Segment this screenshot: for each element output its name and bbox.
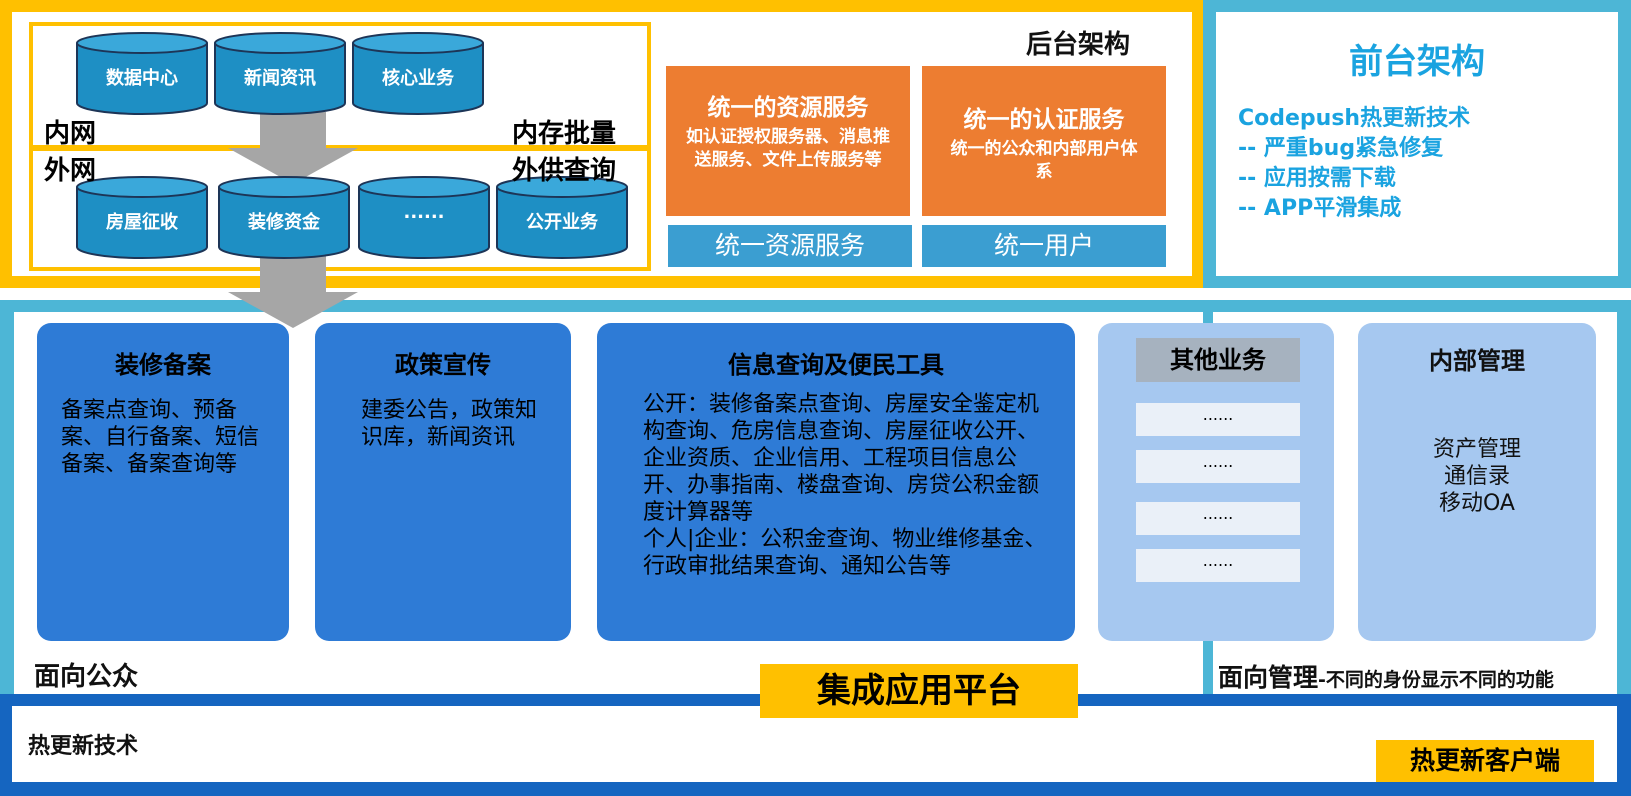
database-label: 公开业务	[526, 212, 598, 233]
backend-title: 后台架构	[1026, 30, 1131, 60]
other-business-item[interactable]: ......	[1136, 502, 1300, 535]
frontend-line: -- APP平滑集成	[1238, 196, 1402, 221]
card-title: 装修备案	[115, 351, 211, 379]
manage-facing-note: -不同的身份显示不同的功能	[1318, 669, 1554, 691]
resource-service-desc: 如认证授权服务器、消息推送服务、文件上传服务等	[686, 127, 890, 170]
other-business-item[interactable]: ......	[1136, 549, 1300, 582]
external-query-label: 外供查询	[512, 156, 617, 186]
frontend-line: -- 应用按需下载	[1238, 166, 1396, 191]
info-query-card[interactable]: 信息查询及便民工具 公开：装修备案点查询、房屋安全鉴定机构查询、危房信息查询、房…	[597, 323, 1075, 641]
database-label: 新闻资讯	[244, 68, 316, 89]
database-label: 数据中心	[106, 68, 178, 89]
card-title: 政策宣传	[395, 351, 491, 379]
frontend-title: 前台架构	[1349, 42, 1485, 82]
database-label: 装修资金	[248, 212, 320, 233]
card-title: 内部管理	[1429, 347, 1525, 375]
card-title: 信息查询及便民工具	[728, 351, 944, 379]
resource-service-bar: 统一资源服务	[668, 225, 912, 267]
database-cylinder: ......	[358, 176, 490, 260]
public-facing-label: 面向公众	[34, 662, 139, 692]
auth-service-box: 统一的认证服务 统一的公众和内部用户体系	[922, 66, 1166, 216]
unified-user-bar: 统一用户	[922, 225, 1166, 267]
manage-facing-label: 面向管理	[1218, 663, 1319, 692]
internal-management-card[interactable]: 内部管理 资产管理 通信录 移动OA	[1358, 323, 1596, 641]
other-business-item[interactable]: ......	[1136, 403, 1300, 436]
database-cylinder: 公开业务	[496, 176, 628, 260]
intranet-label: 内网	[44, 119, 97, 149]
client-left-label: 热更新技术	[28, 734, 139, 759]
frontend-line: -- 严重bug紧急修复	[1238, 136, 1444, 161]
database-cylinder: 装修资金	[218, 176, 350, 260]
policy-promotion-card[interactable]: 政策宣传 建委公告，政策知识库，新闻资讯	[315, 323, 571, 641]
internal-item: 移动OA	[1439, 491, 1515, 516]
extranet-label: 外网	[44, 156, 97, 186]
card-body: 备案点查询、预备案、自行备案、短信备案、备案查询等	[61, 398, 260, 477]
down-arrow-icon	[228, 112, 358, 184]
memory-batch-label: 内存批量	[512, 119, 617, 149]
auth-service-title: 统一的认证服务	[963, 107, 1125, 133]
decoration-filing-card[interactable]: 装修备案 备案点查询、预备案、自行备案、短信备案、备案查询等	[37, 323, 289, 641]
card-body: 建委公告，政策知识库，新闻资讯	[361, 398, 538, 450]
other-business-item[interactable]: ......	[1136, 450, 1300, 483]
database-label: ......	[403, 202, 445, 223]
frontend-line: Codepush热更新技术	[1238, 106, 1471, 131]
platform-label: 集成应用平台	[760, 664, 1078, 718]
down-arrow-icon	[228, 256, 358, 328]
resource-service-box: 统一的资源服务 如认证授权服务器、消息推送服务、文件上传服务等	[666, 66, 910, 216]
other-business-title: 其他业务	[1136, 338, 1300, 382]
card-body: 公开：装修备案点查询、房屋安全鉴定机构查询、危房信息查询、房屋征收公开、企业资质…	[643, 392, 1047, 579]
database-cylinder: 核心业务	[352, 32, 484, 116]
client-label: 热更新客户端	[1376, 740, 1594, 782]
auth-service-desc: 统一的公众和内部用户体系	[950, 139, 1138, 182]
resource-service-title: 统一的资源服务	[707, 95, 869, 121]
database-label: 房屋征收	[106, 212, 178, 233]
database-label: 核心业务	[382, 68, 454, 89]
database-cylinder: 房屋征收	[76, 176, 208, 260]
database-cylinder: 新闻资讯	[214, 32, 346, 116]
manage-label-wrap: 面向管理-不同的身份显示不同的功能	[1218, 658, 1554, 694]
database-cylinder: 数据中心	[76, 32, 208, 116]
